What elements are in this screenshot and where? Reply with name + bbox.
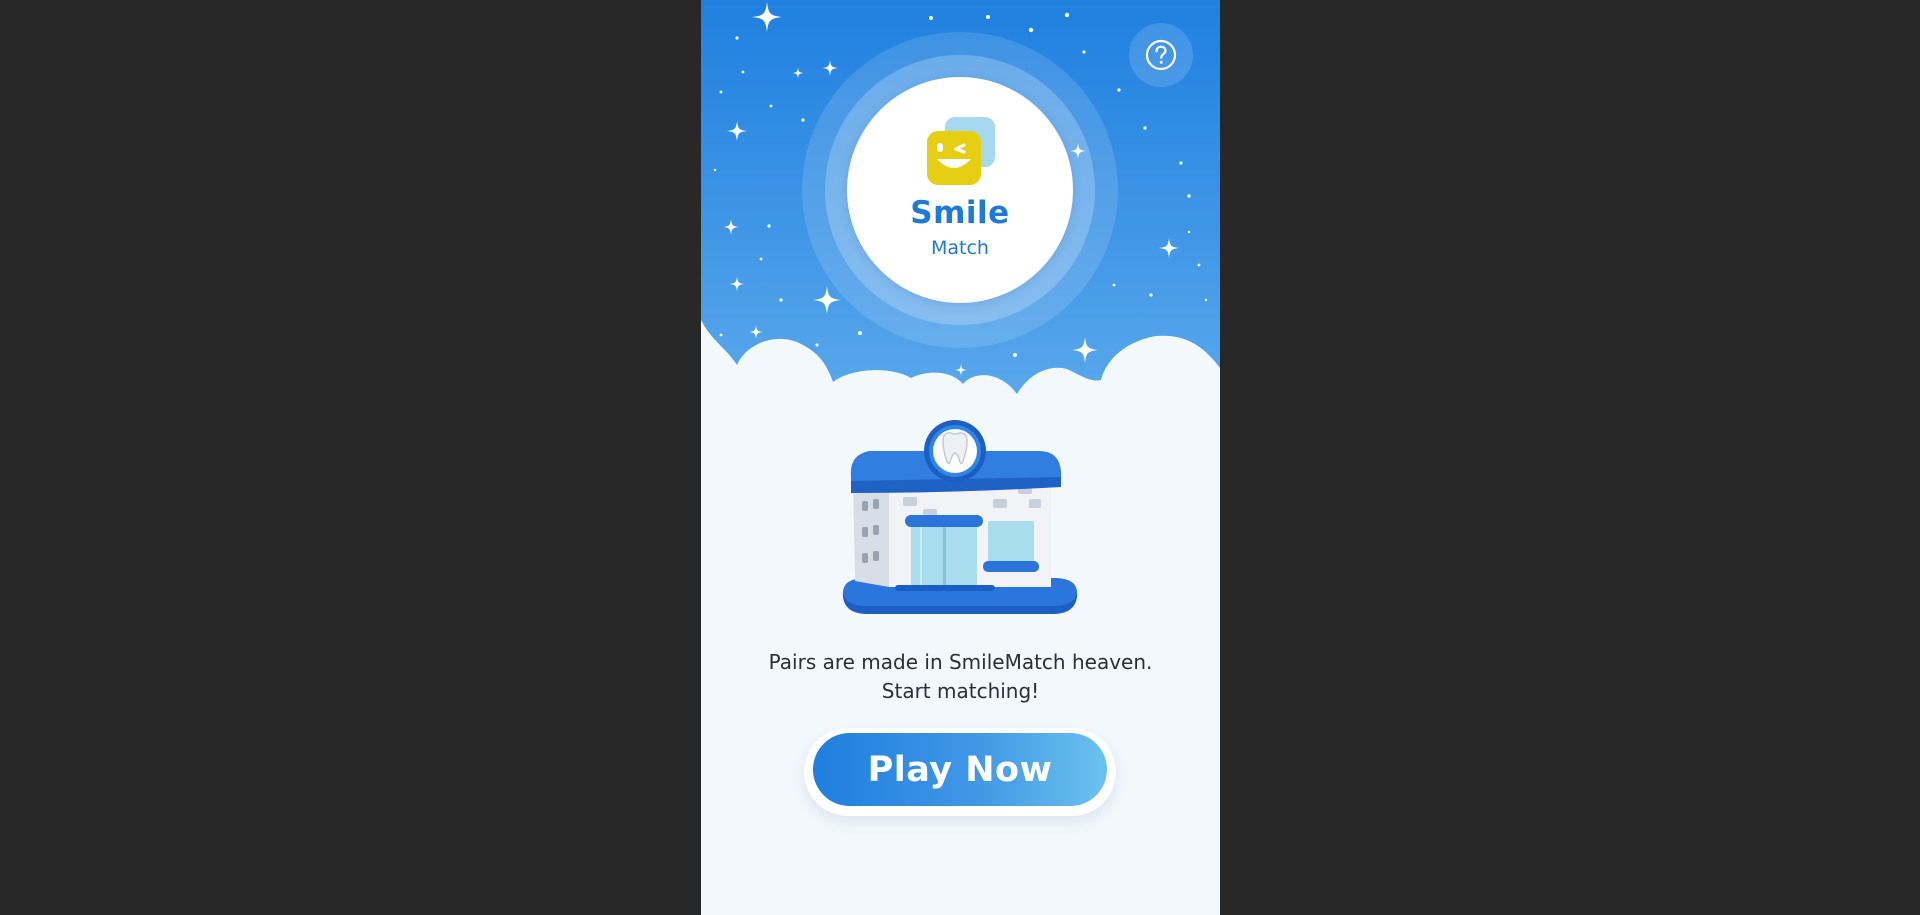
tagline-line-1: Pairs are made in SmileMatch heaven. xyxy=(768,650,1153,674)
app-title: Smile xyxy=(910,195,1010,231)
app-logo: Smile Match xyxy=(847,77,1073,303)
winking-face-icon xyxy=(927,117,995,185)
help-circle-icon xyxy=(1145,39,1177,71)
game-screen: Smile Match Pairs are made in SmileMatch… xyxy=(701,0,1220,915)
tagline: Pairs are made in SmileMatch heaven. Sta… xyxy=(701,648,1220,706)
help-button[interactable] xyxy=(1129,23,1193,87)
app-subtitle: Match xyxy=(931,237,989,259)
play-now-button[interactable]: Play Now xyxy=(813,733,1107,806)
dental-clinic-icon xyxy=(842,420,1078,614)
play-button-frame: Play Now xyxy=(804,728,1116,816)
tagline-line-2: Start matching! xyxy=(881,679,1040,703)
